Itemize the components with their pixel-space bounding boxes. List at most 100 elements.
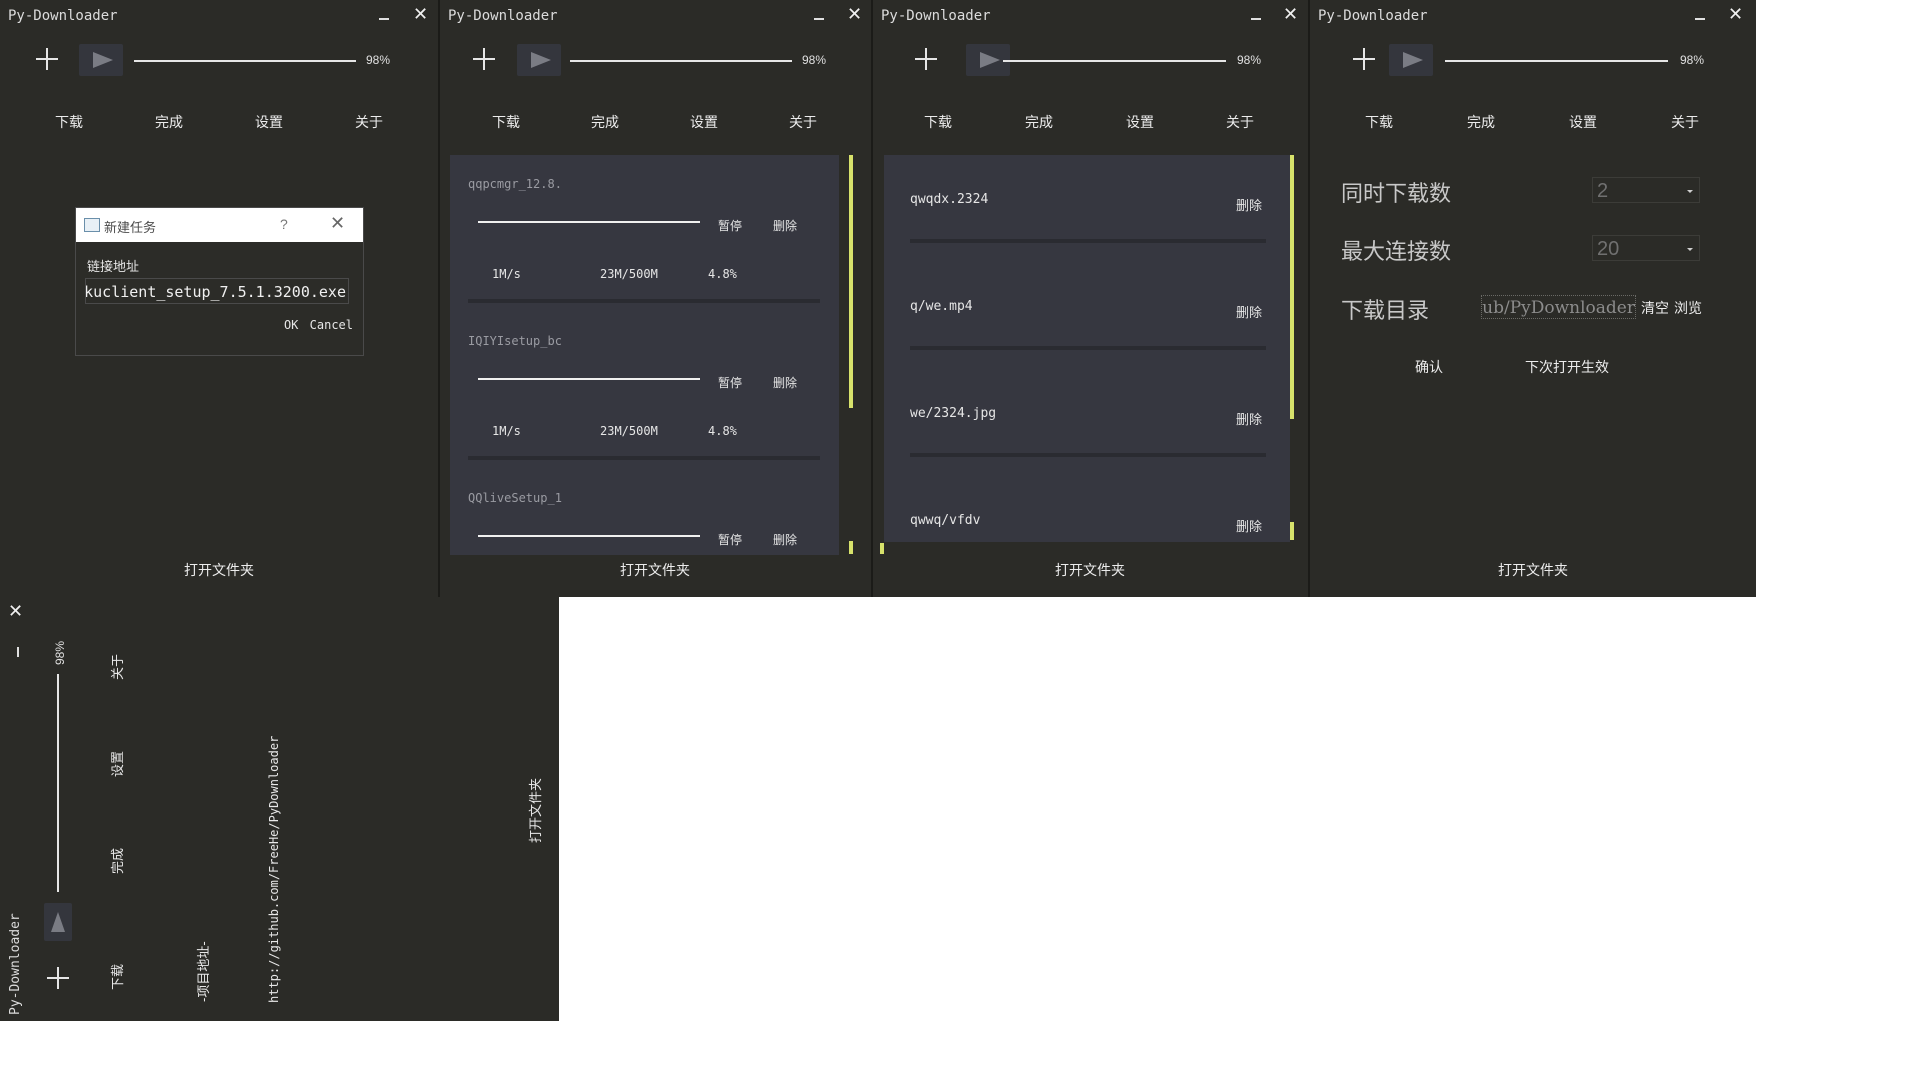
add-task-button[interactable] [1353,48,1375,70]
add-task-button[interactable] [36,48,58,70]
speed-limit-slider[interactable] [1003,60,1226,62]
tab-completed[interactable]: 完成 [1025,112,1053,132]
concurrent-downloads-select[interactable]: 2 [1592,177,1700,203]
completed-list-scrollbar[interactable] [1290,155,1294,419]
tab-download[interactable]: 下载 [492,112,520,132]
url-input[interactable]: http://dldir1.qq.com/youkuclient_setup_7… [85,278,349,304]
delete-button[interactable]: 删除 [1236,195,1262,214]
window-title: Py-Downloader [1318,8,1428,24]
task-name: QQliveSetup_1 [468,491,562,505]
task-name: qqpcmgr_12.8. [468,177,562,191]
project-url-link[interactable]: http://github.com/FreeHe/PyDownloader [267,736,281,1003]
speed-limit-slider[interactable] [57,674,59,892]
open-folder-button[interactable]: 打开文件夹 [1498,560,1568,580]
close-icon[interactable]: ✕ [413,4,428,25]
tab-about[interactable]: 关于 [1226,112,1254,132]
tab-completed[interactable]: 完成 [591,112,619,132]
completed-item: we/2324.jpg 删除 [884,369,1290,476]
title-bar[interactable]: Py-Downloader ✕ [1310,0,1756,32]
add-task-button[interactable] [47,967,69,989]
task-speed: 1M/s [492,424,521,438]
window-icon [84,218,100,232]
download-dir-input[interactable]: github/PyDownloader [1481,295,1636,319]
browse-button[interactable]: 浏览 [1674,298,1702,318]
max-connections-select[interactable]: 20 [1592,235,1700,261]
open-folder-button[interactable]: 打开文件夹 [525,778,544,843]
pause-button[interactable]: 暂停 [718,531,742,548]
cancel-button[interactable]: Cancel [310,318,353,332]
dialog-close-icon[interactable]: ✕ [330,213,345,234]
speed-limit-slider[interactable] [1445,60,1668,62]
open-folder-button[interactable]: 打开文件夹 [620,560,690,580]
file-name: q/we.mp4 [910,299,973,314]
tab-about[interactable]: 关于 [789,112,817,132]
dialog-title-bar[interactable]: 新建任务 ? ✕ [76,208,363,242]
tab-completed[interactable]: 完成 [155,112,183,132]
delete-button[interactable]: 删除 [1236,302,1262,321]
add-task-button[interactable] [473,48,495,70]
pause-button[interactable]: 暂停 [718,217,742,234]
tab-settings[interactable]: 设置 [690,112,718,132]
task-size: 23M/500M [600,267,658,281]
item-divider [910,346,1266,350]
help-icon[interactable]: ? [280,216,288,232]
minimize-icon[interactable] [1251,18,1261,20]
start-all-button[interactable] [1389,44,1433,76]
delete-button[interactable]: 删除 [773,531,797,548]
tab-about[interactable]: 关于 [107,654,126,680]
delete-button[interactable]: 删除 [1236,409,1262,428]
title-bar[interactable]: Py-Downloader ✕ [873,0,1310,32]
toolbar: 98% [1310,42,1756,82]
tab-about[interactable]: 关于 [1671,112,1699,132]
tab-download[interactable]: 下载 [55,112,83,132]
tab-settings[interactable]: 设置 [1569,112,1597,132]
toolbar: 98% [0,42,438,82]
tab-download[interactable]: 下载 [924,112,952,132]
close-icon[interactable]: ✕ [1283,4,1298,25]
start-all-button[interactable] [44,903,72,941]
ok-button[interactable]: OK [284,318,298,332]
tab-settings[interactable]: 设置 [1126,112,1154,132]
pause-button[interactable]: 暂停 [718,374,742,391]
tab-download[interactable]: 下载 [107,964,126,990]
tab-completed[interactable]: 完成 [1467,112,1495,132]
download-list[interactable]: qqpcmgr_12.8. 暂停 删除 1M/s 23M/500M 4.8% I… [450,155,839,555]
new-task-dialog: 新建任务 ? ✕ 链接地址 http://dldir1.qq.com/youku… [75,207,364,356]
speed-limit-slider[interactable] [134,60,356,62]
file-name: we/2324.jpg [910,406,997,421]
speed-limit-slider[interactable] [570,60,792,62]
tab-completed[interactable]: 完成 [107,848,126,874]
minimize-icon[interactable] [814,18,824,20]
tab-about[interactable]: 关于 [355,112,383,132]
download-list-scrollbar[interactable] [849,155,853,408]
window-title: Py-Downloader [8,913,23,1015]
tab-download[interactable]: 下载 [1365,112,1393,132]
delete-button[interactable]: 删除 [773,374,797,391]
item-divider [468,456,820,460]
start-all-button[interactable] [517,44,561,76]
tab-settings[interactable]: 设置 [107,751,126,777]
close-icon[interactable]: ✕ [1728,4,1743,25]
window-vertical-about: ✕ Py-Downloader 98% 下载 完成 设置 关于 -项目地址- h… [0,597,559,1021]
title-bar[interactable]: Py-Downloader ✕ [440,0,872,32]
tab-settings[interactable]: 设置 [255,112,283,132]
speed-limit-value: 98% [53,640,67,665]
delete-button[interactable]: 删除 [1236,516,1262,535]
clear-button[interactable]: 清空 [1641,298,1669,318]
minimize-icon[interactable] [17,647,19,657]
minimize-icon[interactable] [379,18,389,20]
open-folder-button[interactable]: 打开文件夹 [1055,560,1125,580]
close-icon[interactable]: ✕ [847,4,862,25]
completed-list[interactable]: qwqdx.2324 删除 q/we.mp4 删除 we/2324.jpg 删除… [884,155,1290,542]
add-task-button[interactable] [915,48,937,70]
minimize-icon[interactable] [1695,18,1705,20]
play-icon [51,912,65,932]
completed-item: q/we.mp4 删除 [884,262,1290,369]
confirm-button[interactable]: 确认 [1415,357,1443,377]
title-bar[interactable]: Py-Downloader ✕ [0,0,438,32]
close-icon[interactable]: ✕ [8,601,23,622]
open-folder-button[interactable]: 打开文件夹 [184,560,254,580]
completed-list-hscroll[interactable] [880,543,884,554]
delete-button[interactable]: 删除 [773,217,797,234]
start-all-button[interactable] [79,44,123,76]
